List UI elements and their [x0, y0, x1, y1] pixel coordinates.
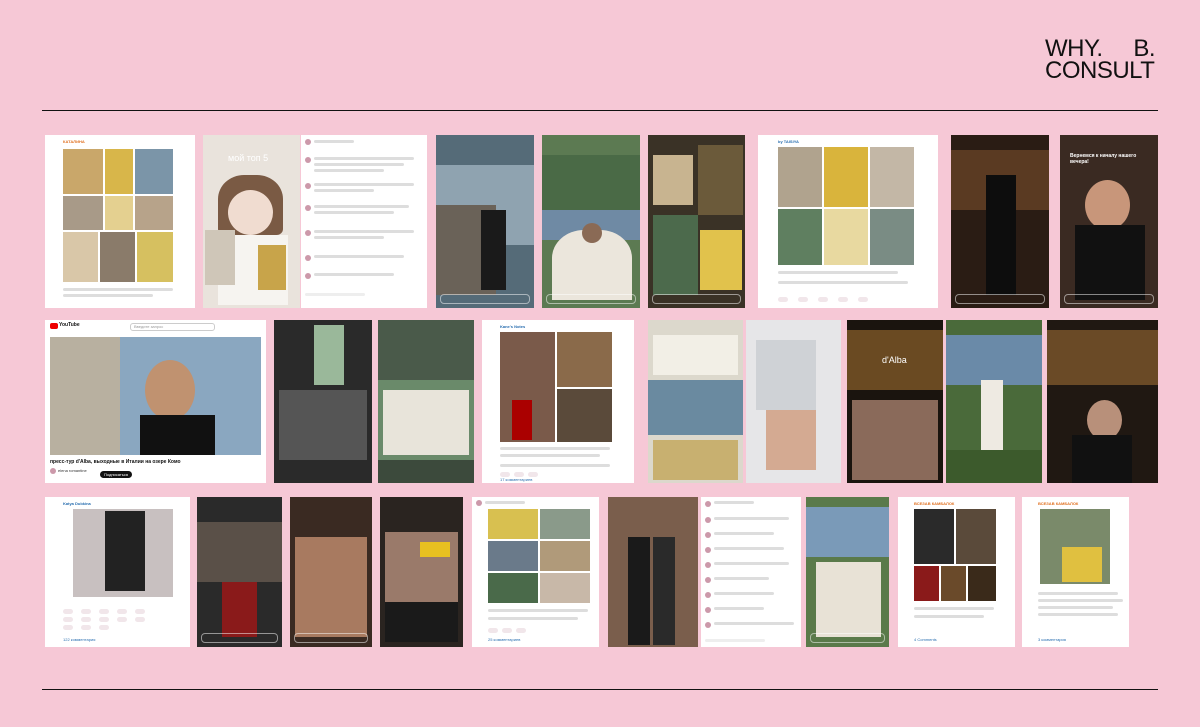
screenshot-story-black-dress: Вернемся к началу нашего вечера!: [1060, 135, 1158, 308]
dalba-sign: d'Alba: [882, 355, 907, 365]
top-divider: [42, 110, 1158, 111]
screenshot-story-collage: [648, 135, 745, 308]
youtube-logo: YouTube: [59, 322, 80, 328]
screenshot-youtube-video: YouTube Введите запрос пресс-тур d'Alba,…: [45, 320, 266, 483]
screenshot-ig-comments: [301, 135, 427, 308]
screenshot-story-bw-group: [274, 320, 372, 483]
comments-link[interactable]: 25 комментариев: [488, 637, 520, 642]
bottom-divider: [42, 689, 1158, 690]
screenshot-story-villa: [436, 135, 534, 308]
channel-name: by TAISIYA: [778, 139, 799, 144]
youtube-icon: [50, 323, 58, 329]
screenshot-tg-post-3: Kane's Notes 17 комментариев: [482, 320, 634, 483]
channel-name: ВСЕЗАВ КАМБАЛОК: [1038, 501, 1079, 506]
screenshot-tg-post-2: by TAISIYA: [758, 135, 938, 308]
comments-link[interactable]: 17 комментариев: [500, 477, 532, 482]
screenshot-tg-post-4: Katya Dubkina 122 комментария: [45, 497, 190, 647]
brand-logo: WHY. B. CONSULT: [1045, 37, 1165, 86]
screenshot-photo-duo: [608, 497, 698, 647]
screenshot-story-white-group: [378, 320, 474, 483]
screenshot-story-top5: мой топ 5: [203, 135, 300, 308]
channel-name: Katya Dubkina: [63, 501, 91, 506]
screenshot-tg-post-6: ВСЕЗАВ КАМБАЛОК 4 Comments: [898, 497, 1015, 647]
screenshot-story-night-portrait: [1047, 320, 1158, 483]
screenshot-story-red-carpet: [197, 497, 282, 647]
screenshot-story-friends: [380, 497, 463, 647]
screenshot-story-gala-hall: [951, 135, 1049, 308]
brand-line2: CONSULT: [1045, 57, 1155, 84]
channel-name: ВСЕЗАВ КАМБАЛОК: [914, 501, 955, 506]
comments-link[interactable]: 122 комментария: [63, 637, 95, 642]
comments-link[interactable]: 4 Comments: [914, 637, 937, 642]
comments-link[interactable]: 3 комментария: [1038, 637, 1066, 642]
screenshot-story-mask: [746, 320, 841, 483]
screenshot-tg-post-7: ВСЕЗАВ КАМБАЛОК 3 комментария: [1022, 497, 1129, 647]
screenshot-story-products: [648, 320, 743, 483]
channel-name: КАТАЛИНА: [63, 139, 85, 144]
screenshot-ig-comments-2: [701, 497, 801, 647]
poster-title: мой топ 5: [228, 153, 269, 163]
channel-name: Kane's Notes: [500, 324, 526, 329]
subscribe-button[interactable]: Подписаться: [100, 471, 132, 478]
video-title[interactable]: пресс-тур d'Alba, выходные в Италии на о…: [50, 459, 250, 465]
screenshot-story-garden: [946, 320, 1042, 483]
screenshot-tg-post-1: КАТАЛИНА: [45, 135, 195, 308]
screenshot-story-selfie: [290, 497, 372, 647]
channel-name[interactable]: elena romantine: [58, 468, 87, 473]
story-caption: Вернемся к началу нашего вечера!: [1070, 153, 1137, 165]
screenshot-story-white-dress: [542, 135, 640, 308]
screenshot-story-trio: [806, 497, 889, 647]
search-input[interactable]: Введите запрос: [130, 323, 215, 331]
screenshot-story-night-villa: d'Alba: [847, 320, 943, 483]
screenshot-tg-post-5: 25 комментариев: [472, 497, 599, 647]
